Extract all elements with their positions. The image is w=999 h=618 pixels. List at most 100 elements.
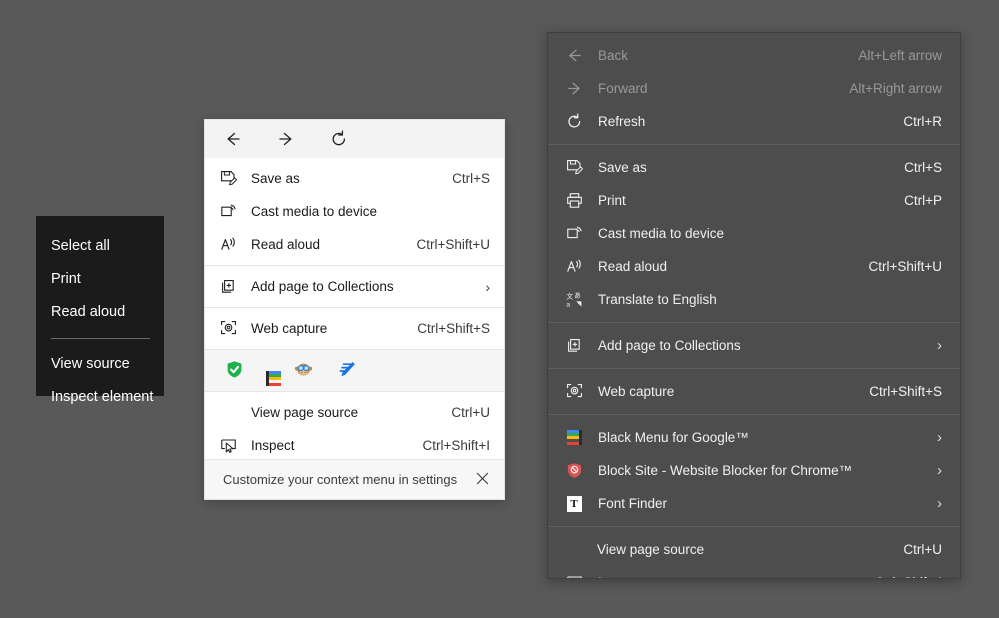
forward-arrow-icon <box>276 129 296 149</box>
dark-menu-accelerator: Ctrl+Shift+I <box>874 575 942 579</box>
chevron-right-icon: › <box>937 337 942 354</box>
dark-menu-label: Forward <box>598 81 839 96</box>
light-menu-label: View page source <box>251 405 441 420</box>
refresh-icon <box>564 112 584 132</box>
light-menu-accelerator: Ctrl+U <box>451 405 490 420</box>
black-menu-item-read-aloud[interactable]: Read aloud <box>36 296 164 329</box>
light-menu-item-view-page-source[interactable]: View page source Ctrl+U <box>205 396 504 429</box>
back-arrow-icon <box>223 129 243 149</box>
forward-arrow-icon <box>564 79 584 99</box>
light-menu-accelerator: Ctrl+Shift+I <box>422 438 490 453</box>
dark-menu-label: Inspect <box>598 575 864 579</box>
light-menu-accelerator: Ctrl+Shift+S <box>417 321 490 336</box>
dark-menu-item-refresh[interactable]: Refresh Ctrl+R <box>548 105 960 138</box>
black-menu-google-icon <box>564 428 584 448</box>
web-capture-icon <box>564 382 584 402</box>
refresh-icon <box>329 129 349 149</box>
light-menu-extension-strip <box>205 350 504 391</box>
light-menu-label: Save as <box>251 171 442 186</box>
dark-menu-label: Font Finder <box>598 496 929 511</box>
light-menu-item-web-capture[interactable]: Web capture Ctrl+Shift+S <box>205 312 504 345</box>
dark-menu-item-view-page-source[interactable]: View page source Ctrl+U <box>548 533 960 566</box>
dark-menu-group-actions: Save as Ctrl+S Print Ctrl+P <box>548 145 960 322</box>
light-menu-item-add-to-collections[interactable]: Add page to Collections › <box>205 270 504 303</box>
chevron-right-icon: › <box>937 462 942 479</box>
forward-button[interactable] <box>274 127 298 151</box>
dark-menu-item-block-site[interactable]: Block Site - Website Blocker for Chrome™… <box>548 454 960 487</box>
dark-menu-group-extensions: Black Menu for Google™ › Block Site - We… <box>548 415 960 526</box>
dark-menu-accelerator: Ctrl+Shift+S <box>869 384 942 399</box>
blue-pen-icon[interactable] <box>338 360 357 382</box>
dark-menu-accelerator: Ctrl+R <box>903 114 942 129</box>
black-menu-item-select-all[interactable]: Select all <box>36 230 164 263</box>
light-menu-group-developer: View page source Ctrl+U Inspect Ctrl+Shi… <box>205 392 504 466</box>
translate-icon: 文 あ a <box>564 290 584 310</box>
light-menu-group-web-capture: Web capture Ctrl+Shift+S <box>205 308 504 349</box>
refresh-button[interactable] <box>327 127 351 151</box>
print-icon <box>564 191 584 211</box>
dark-menu-item-web-capture[interactable]: Web capture Ctrl+Shift+S <box>548 375 960 408</box>
light-menu-item-cast-media[interactable]: Cast media to device <box>205 195 504 228</box>
dark-menu-label: Back <box>598 48 848 63</box>
black-menu-separator <box>51 338 150 339</box>
svg-text:あ: あ <box>574 292 581 300</box>
light-menu-accelerator: Ctrl+S <box>452 171 490 186</box>
save-as-icon <box>218 169 238 189</box>
dark-menu-accelerator: Alt+Right arrow <box>849 81 942 96</box>
dark-menu-label: Print <box>598 193 894 208</box>
dark-menu-label: Web capture <box>598 384 859 399</box>
dark-menu-group-navigation: Back Alt+Left arrow Forward Alt+Right ar… <box>548 33 960 144</box>
light-menu-group-actions: Save as Ctrl+S Cast media to device <box>205 158 504 265</box>
dark-menu-item-cast-media[interactable]: Cast media to device <box>548 217 960 250</box>
black-context-menu: Select all Print Read aloud View source … <box>36 216 164 396</box>
green-shield-check-icon[interactable] <box>225 360 244 382</box>
light-menu-toolbar <box>205 120 504 158</box>
read-aloud-icon <box>564 257 584 277</box>
black-menu-item-print[interactable]: Print <box>36 263 164 296</box>
dark-context-menu: Back Alt+Left arrow Forward Alt+Right ar… <box>547 32 961 579</box>
dark-menu-item-black-menu-for-google[interactable]: Black Menu for Google™ › <box>548 421 960 454</box>
font-finder-icon: T <box>564 494 584 514</box>
chevron-right-icon: › <box>937 495 942 512</box>
back-arrow-icon <box>564 46 584 66</box>
customize-context-menu-label[interactable]: Customize your context menu in settings <box>223 472 475 487</box>
dark-menu-item-inspect[interactable]: Inspect Ctrl+Shift+I <box>548 566 960 579</box>
light-menu-label: Inspect <box>251 438 412 453</box>
collections-icon <box>218 277 238 297</box>
dark-menu-item-font-finder[interactable]: T Font Finder › <box>548 487 960 520</box>
dark-menu-accelerator: Ctrl+S <box>904 160 942 175</box>
back-button[interactable] <box>221 127 245 151</box>
collections-icon <box>564 336 584 356</box>
dark-menu-item-translate[interactable]: 文 あ a Translate to English <box>548 283 960 316</box>
light-menu-item-save-as[interactable]: Save as Ctrl+S <box>205 162 504 195</box>
light-menu-item-read-aloud[interactable]: Read aloud Ctrl+Shift+U <box>205 228 504 261</box>
dark-menu-label: Save as <box>598 160 894 175</box>
dark-menu-item-forward[interactable]: Forward Alt+Right arrow <box>548 72 960 105</box>
dark-menu-accelerator: Alt+Left arrow <box>858 48 942 63</box>
light-menu-label: Add page to Collections <box>251 279 477 294</box>
light-menu-item-inspect[interactable]: Inspect Ctrl+Shift+I <box>205 429 504 462</box>
dark-menu-label: View page source <box>597 542 893 557</box>
chevron-right-icon: › <box>937 429 942 446</box>
read-aloud-icon <box>218 235 238 255</box>
dark-menu-item-add-to-collections[interactable]: Add page to Collections › <box>548 329 960 362</box>
dark-menu-item-save-as[interactable]: Save as Ctrl+S <box>548 151 960 184</box>
black-menu-item-inspect-element[interactable]: Inspect element <box>36 381 164 414</box>
cast-icon <box>564 224 584 244</box>
dark-menu-item-read-aloud[interactable]: Read aloud Ctrl+Shift+U <box>548 250 960 283</box>
black-menu-item-view-source[interactable]: View source <box>36 348 164 381</box>
monkey-glasses-icon[interactable] <box>294 360 313 382</box>
light-menu-label: Cast media to device <box>251 204 480 219</box>
dark-menu-accelerator: Ctrl+U <box>903 542 942 557</box>
dark-menu-group-web-capture: Web capture Ctrl+Shift+S <box>548 369 960 414</box>
dark-menu-accelerator: Ctrl+P <box>904 193 942 208</box>
dark-menu-item-back[interactable]: Back Alt+Left arrow <box>548 39 960 72</box>
dark-menu-item-print[interactable]: Print Ctrl+P <box>548 184 960 217</box>
block-site-shield-icon <box>564 461 584 481</box>
light-menu-group-collections: Add page to Collections › <box>205 266 504 307</box>
close-icon[interactable] <box>475 471 490 489</box>
dark-menu-group-collections: Add page to Collections › <box>548 323 960 368</box>
light-context-menu: Save as Ctrl+S Cast media to device <box>204 119 505 500</box>
inspect-icon <box>564 573 584 580</box>
dark-menu-group-developer: View page source Ctrl+U Inspect Ctrl+Shi… <box>548 527 960 579</box>
